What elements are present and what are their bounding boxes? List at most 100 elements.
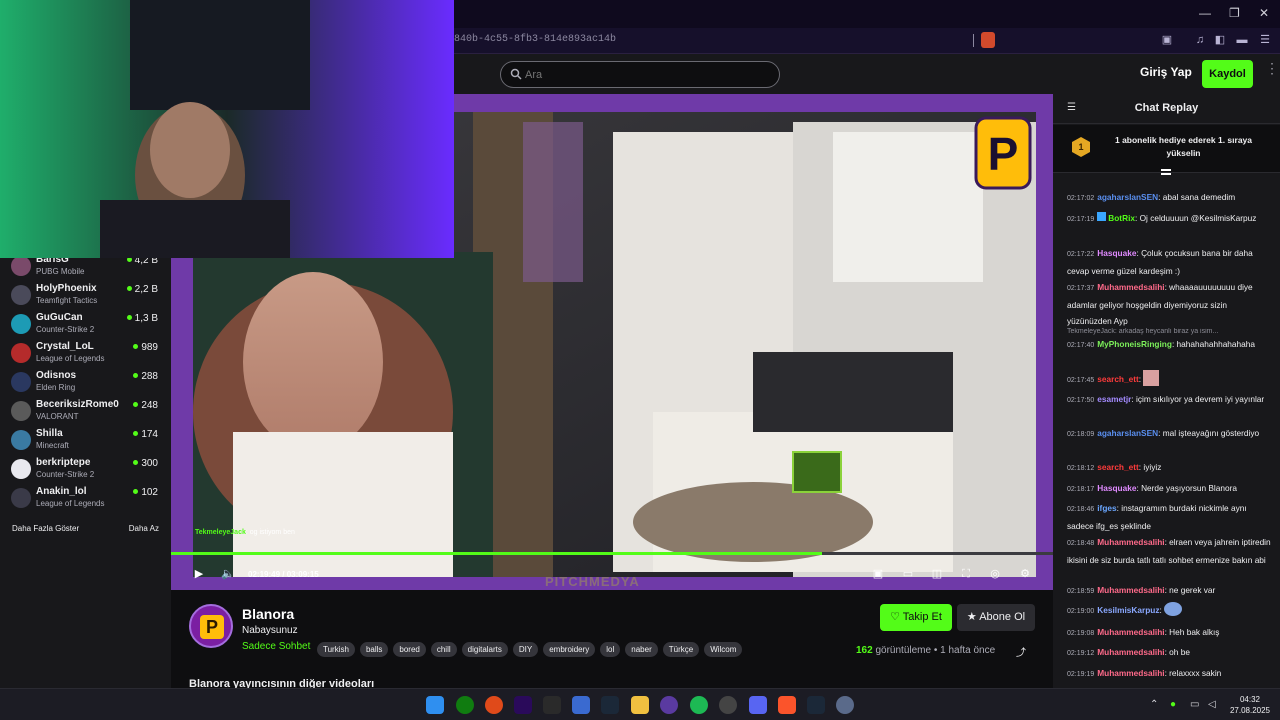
play-icon[interactable]: ▶ <box>192 567 206 581</box>
signup-button[interactable]: Kaydol <box>1202 60 1253 88</box>
sidebar-item-holyphoenix[interactable]: HolyPhoenix Teamfight Tactics 2,2 B <box>0 281 171 310</box>
message-user[interactable]: Hasquake <box>1097 483 1136 493</box>
follow-button[interactable]: ♡ Takip Et <box>880 604 952 631</box>
message-user[interactable]: BotRix <box>1108 213 1135 223</box>
message-user[interactable]: esametjr <box>1097 394 1131 404</box>
chat-message: 02:19:19 Muhammedsalihi: relaxxxx sakin <box>1067 665 1272 683</box>
search-box[interactable] <box>500 61 780 88</box>
message-text: : Oj celduuuun @KesilmisKarpuz <box>1134 213 1257 223</box>
url-text[interactable]: 840b-4c55-8fb3-814e893ac14b <box>454 34 616 45</box>
sidebar-item-gugucan[interactable]: GuGuCan Counter-Strike 2 1,3 B <box>0 310 171 339</box>
obs-icon[interactable] <box>660 696 678 714</box>
origin-icon[interactable] <box>485 696 503 714</box>
speed-icon[interactable]: ◎ <box>988 567 1002 581</box>
tag[interactable]: digitalarts <box>461 642 508 657</box>
sidebar-item-anakin-lol[interactable]: Anakin_lol League of Legends 102 <box>0 484 171 513</box>
sidebar-item-beceriksizrome0[interactable]: BeceriksizRome0 VALORANT 248 <box>0 397 171 426</box>
stream-category[interactable]: Sadece Sohbet <box>242 641 310 652</box>
remote-desktop-icon[interactable] <box>572 696 590 714</box>
clip-icon[interactable]: ▣ <box>871 567 885 581</box>
message-user[interactable]: KesilmisKarpuz <box>1097 605 1159 615</box>
sidebar-item-shilla[interactable]: Shilla Minecraft 174 <box>0 426 171 455</box>
brave-shield-icon[interactable] <box>981 32 995 48</box>
tag[interactable]: DIY <box>512 642 539 657</box>
show-less-button[interactable]: Daha Az <box>129 524 159 533</box>
message-user[interactable]: search_ett <box>1097 374 1139 384</box>
tag[interactable]: Wilcom <box>704 642 743 657</box>
chat-message: 02:19:08 Muhammedsalihi: Heh bak alkış <box>1067 624 1272 642</box>
chat-header: ☰ Chat Replay <box>1053 94 1280 124</box>
message-user[interactable]: MyPhoneisRinging <box>1097 339 1172 349</box>
tag[interactable]: naber <box>625 642 658 657</box>
message-time: 02:18:12 <box>1067 465 1095 472</box>
tag[interactable]: embroidery <box>543 642 596 657</box>
github-icon[interactable] <box>719 696 737 714</box>
tag[interactable]: lol <box>600 642 621 657</box>
vpn-icon[interactable]: ▬ <box>1235 34 1249 47</box>
tag[interactable]: balls <box>359 642 389 657</box>
theater-icon[interactable]: ▭ <box>901 567 915 581</box>
login-button[interactable]: Giriş Yap <box>1140 65 1192 79</box>
message-user[interactable]: Muhammedsalihi <box>1097 282 1164 292</box>
premiere-icon[interactable] <box>514 696 532 714</box>
message-text: : içim sıkılıyor ya devrem iyi yayınlar <box>1131 394 1265 404</box>
volume-icon[interactable]: 🔈 <box>221 567 235 581</box>
tab-view-icon[interactable]: ▣ <box>1160 34 1174 47</box>
tag[interactable]: Türkçe <box>662 642 700 657</box>
tray-expand-icon[interactable]: ⌃ <box>1150 699 1158 710</box>
message-user[interactable]: Muhammedsalihi <box>1097 537 1164 547</box>
tag[interactable]: chill <box>430 642 457 657</box>
sidebar-item-berkriptepe[interactable]: berkriptepe Counter-Strike 2 300 <box>0 455 171 484</box>
media-icon[interactable]: ♫ <box>1193 34 1207 47</box>
xbox-icon[interactable] <box>456 696 474 714</box>
pip-icon[interactable]: ◫ <box>930 567 944 581</box>
message-user[interactable]: search_ett <box>1097 462 1139 472</box>
more-menu-icon[interactable]: ⋮ <box>1265 61 1279 83</box>
stream-game: League of Legends <box>36 354 105 363</box>
spotify-icon[interactable] <box>690 696 708 714</box>
subscribe-button[interactable]: ★ Abone Ol <box>957 604 1035 631</box>
message-user[interactable]: ifges <box>1097 503 1116 513</box>
browser-menu-icon[interactable]: ☰ <box>1258 34 1272 47</box>
close-icon[interactable]: ✕ <box>1259 6 1269 20</box>
show-more-button[interactable]: Daha Fazla Göster <box>12 524 79 533</box>
message-time: 02:17:02 <box>1067 195 1095 202</box>
message-user[interactable]: Muhammedsalihi <box>1097 627 1164 637</box>
message-user[interactable]: agaharslanSEN <box>1097 192 1158 202</box>
network-icon[interactable]: ▭ <box>1190 699 1199 710</box>
video-progress-bar[interactable] <box>171 552 1053 555</box>
sidebar-item-crystal-lol[interactable]: Crystal_LoL League of Legends 989 <box>0 339 171 368</box>
viewer-count: 989 <box>133 342 158 353</box>
sidebar-toggle-icon[interactable]: ◧ <box>1213 34 1227 47</box>
message-user[interactable]: Muhammedsalihi <box>1097 647 1164 657</box>
message-user[interactable]: Muhammedsalihi <box>1097 585 1164 595</box>
message-user[interactable]: agaharslanSEN <box>1097 428 1158 438</box>
message-user[interactable]: Hasquake <box>1097 248 1136 258</box>
settings-app-icon[interactable] <box>836 696 854 714</box>
taskbar-clock[interactable]: 04:32 27.08.2025 <box>1226 694 1274 716</box>
steam-icon-2[interactable] <box>807 696 825 714</box>
sidebar-item-odisnos[interactable]: Odisnos Elden Ring 288 <box>0 368 171 397</box>
discord-icon[interactable] <box>749 696 767 714</box>
epic-games-icon[interactable] <box>543 696 561 714</box>
share-icon[interactable]: ⤴ <box>1016 644 1026 659</box>
settings-icon[interactable]: ⚙ <box>1018 567 1032 581</box>
expand-icon[interactable] <box>1161 169 1171 175</box>
search-input[interactable] <box>525 66 765 84</box>
microphone-icon[interactable]: ● <box>1170 699 1176 710</box>
channel-avatar[interactable]: P <box>189 604 233 648</box>
pinned-text: 1 abonelik hediye ederek 1. sıraya yükse… <box>1114 135 1253 158</box>
file-explorer-icon[interactable] <box>631 696 649 714</box>
steam-icon[interactable] <box>601 696 619 714</box>
volume-tray-icon[interactable]: ◁ <box>1208 699 1216 710</box>
channel-name[interactable]: Blanora <box>242 606 294 622</box>
minimize-icon[interactable]: — <box>1199 6 1211 20</box>
message-text: : hahahahahhahahaha <box>1171 339 1255 349</box>
tag[interactable]: bored <box>393 642 426 657</box>
maximize-icon[interactable]: ❐ <box>1229 6 1240 20</box>
message-user[interactable]: Muhammedsalihi <box>1097 668 1164 678</box>
tag[interactable]: Turkish <box>317 642 355 657</box>
start-menu-icon[interactable] <box>426 696 444 714</box>
brave-icon[interactable] <box>778 696 796 714</box>
fullscreen-icon[interactable]: ⛶ <box>959 567 973 581</box>
